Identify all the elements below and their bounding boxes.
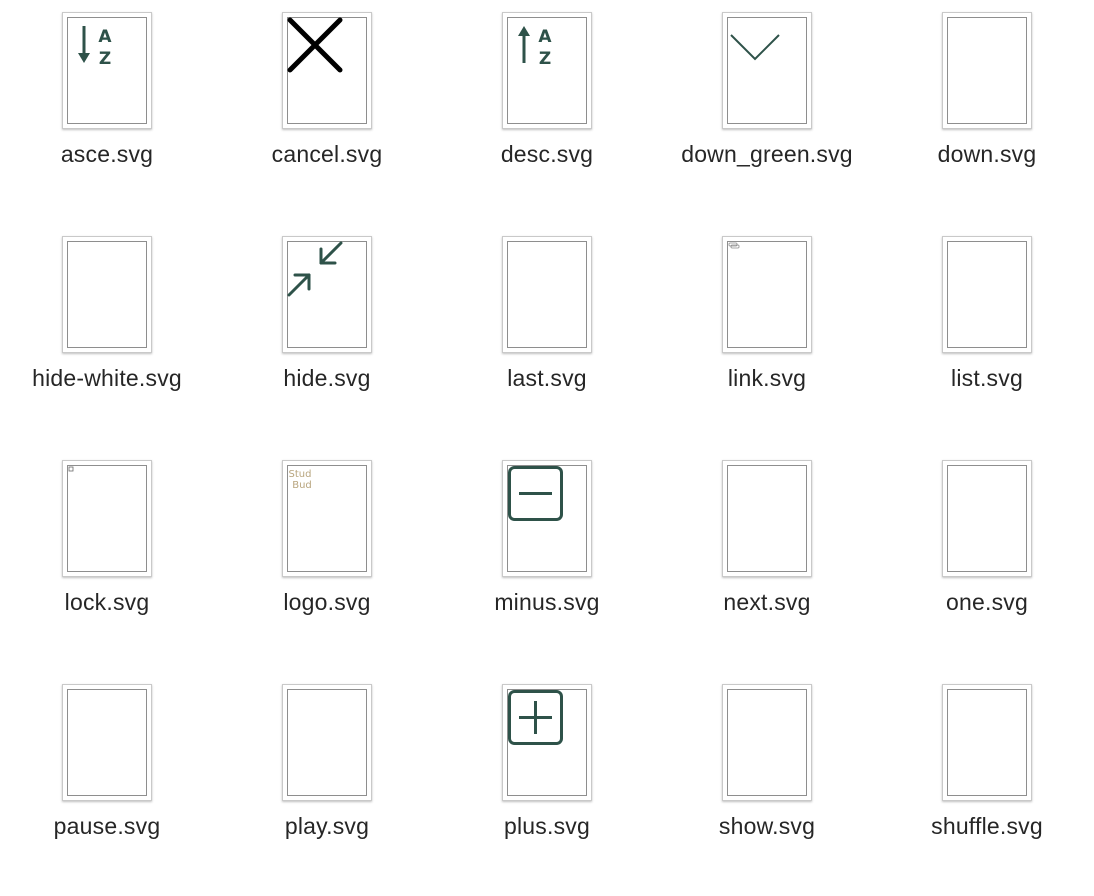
file-thumbnail[interactable] bbox=[62, 460, 152, 577]
svg-text:A: A bbox=[98, 27, 112, 47]
file-thumbnail[interactable] bbox=[62, 236, 152, 353]
file-item-pause[interactable]: pause.svg bbox=[0, 672, 220, 896]
file-thumbnail[interactable] bbox=[282, 12, 372, 129]
file-thumbnail[interactable] bbox=[942, 684, 1032, 801]
file-name[interactable]: down.svg bbox=[880, 141, 1094, 168]
svg-text:Bud: Bud bbox=[292, 480, 312, 491]
plus-square-icon bbox=[508, 690, 563, 745]
file-item-hide[interactable]: hide.svg bbox=[220, 224, 440, 448]
file-name[interactable]: link.svg bbox=[660, 365, 874, 392]
file-name[interactable]: desc.svg bbox=[440, 141, 654, 168]
file-name[interactable]: hide.svg bbox=[220, 365, 434, 392]
file-item-logo[interactable]: Stud Bud logo.svg bbox=[220, 448, 440, 672]
file-thumbnail[interactable]: A Z bbox=[502, 12, 592, 129]
file-name[interactable]: shuffle.svg bbox=[880, 813, 1094, 840]
file-name[interactable]: play.svg bbox=[220, 813, 434, 840]
file-item-cancel[interactable]: cancel.svg bbox=[220, 0, 440, 224]
minus-square-icon bbox=[508, 466, 563, 521]
file-item-list[interactable]: list.svg bbox=[880, 224, 1094, 448]
file-thumbnail[interactable]: A Z bbox=[62, 12, 152, 129]
file-name[interactable]: hide-white.svg bbox=[0, 365, 214, 392]
file-item-minus[interactable]: minus.svg bbox=[440, 448, 660, 672]
file-item-hide-white[interactable]: hide-white.svg bbox=[0, 224, 220, 448]
file-grid: A Z asce.svg cancel.svg A Z desc.svg dow… bbox=[0, 0, 1094, 896]
file-item-down-green[interactable]: down_green.svg bbox=[660, 0, 880, 224]
collapse-arrows-icon bbox=[287, 241, 343, 297]
file-item-plus[interactable]: plus.svg bbox=[440, 672, 660, 896]
file-thumbnail[interactable] bbox=[62, 684, 152, 801]
svg-text:A: A bbox=[538, 27, 552, 47]
file-name[interactable]: plus.svg bbox=[440, 813, 654, 840]
file-name[interactable]: next.svg bbox=[660, 589, 874, 616]
file-name[interactable]: lock.svg bbox=[0, 589, 214, 616]
file-name[interactable]: list.svg bbox=[880, 365, 1094, 392]
file-name[interactable]: logo.svg bbox=[220, 589, 434, 616]
file-item-down[interactable]: down.svg bbox=[880, 0, 1094, 224]
file-item-shuffle[interactable]: shuffle.svg bbox=[880, 672, 1094, 896]
file-thumbnail[interactable] bbox=[722, 684, 812, 801]
svg-text:Z: Z bbox=[99, 49, 111, 69]
file-item-desc[interactable]: A Z desc.svg bbox=[440, 0, 660, 224]
file-thumbnail[interactable] bbox=[722, 12, 812, 129]
link-tiny-icon bbox=[728, 242, 740, 249]
svg-text:Z: Z bbox=[539, 49, 551, 69]
sort-ascending-icon: A Z bbox=[78, 26, 112, 69]
file-name[interactable]: minus.svg bbox=[440, 589, 654, 616]
file-name[interactable]: show.svg bbox=[660, 813, 874, 840]
file-thumbnail[interactable]: Stud Bud bbox=[282, 460, 372, 577]
logo-icon: Stud Bud bbox=[289, 469, 312, 491]
sort-descending-icon: A Z bbox=[518, 26, 552, 69]
file-item-last[interactable]: last.svg bbox=[440, 224, 660, 448]
file-item-one[interactable]: one.svg bbox=[880, 448, 1094, 672]
file-thumbnail[interactable] bbox=[502, 460, 592, 577]
cancel-x-icon bbox=[287, 17, 343, 73]
file-thumbnail[interactable] bbox=[502, 684, 592, 801]
file-thumbnail[interactable] bbox=[502, 236, 592, 353]
file-name[interactable]: asce.svg bbox=[0, 141, 214, 168]
file-name[interactable]: down_green.svg bbox=[660, 141, 874, 168]
file-thumbnail[interactable] bbox=[282, 236, 372, 353]
file-item-show[interactable]: show.svg bbox=[660, 672, 880, 896]
file-thumbnail[interactable] bbox=[942, 236, 1032, 353]
file-name[interactable]: cancel.svg bbox=[220, 141, 434, 168]
file-thumbnail[interactable] bbox=[942, 12, 1032, 129]
file-name[interactable]: last.svg bbox=[440, 365, 654, 392]
file-thumbnail[interactable] bbox=[722, 460, 812, 577]
file-thumbnail[interactable] bbox=[942, 460, 1032, 577]
file-item-play[interactable]: play.svg bbox=[220, 672, 440, 896]
file-item-lock[interactable]: lock.svg bbox=[0, 448, 220, 672]
file-item-asce[interactable]: A Z asce.svg bbox=[0, 0, 220, 224]
file-item-next[interactable]: next.svg bbox=[660, 448, 880, 672]
file-name[interactable]: pause.svg bbox=[0, 813, 214, 840]
file-thumbnail[interactable] bbox=[282, 684, 372, 801]
file-thumbnail[interactable] bbox=[722, 236, 812, 353]
svg-text:Stud: Stud bbox=[289, 469, 312, 480]
file-name[interactable]: one.svg bbox=[880, 589, 1094, 616]
file-item-link[interactable]: link.svg bbox=[660, 224, 880, 448]
lock-tiny-icon bbox=[68, 466, 74, 472]
chevron-down-icon bbox=[730, 34, 780, 61]
